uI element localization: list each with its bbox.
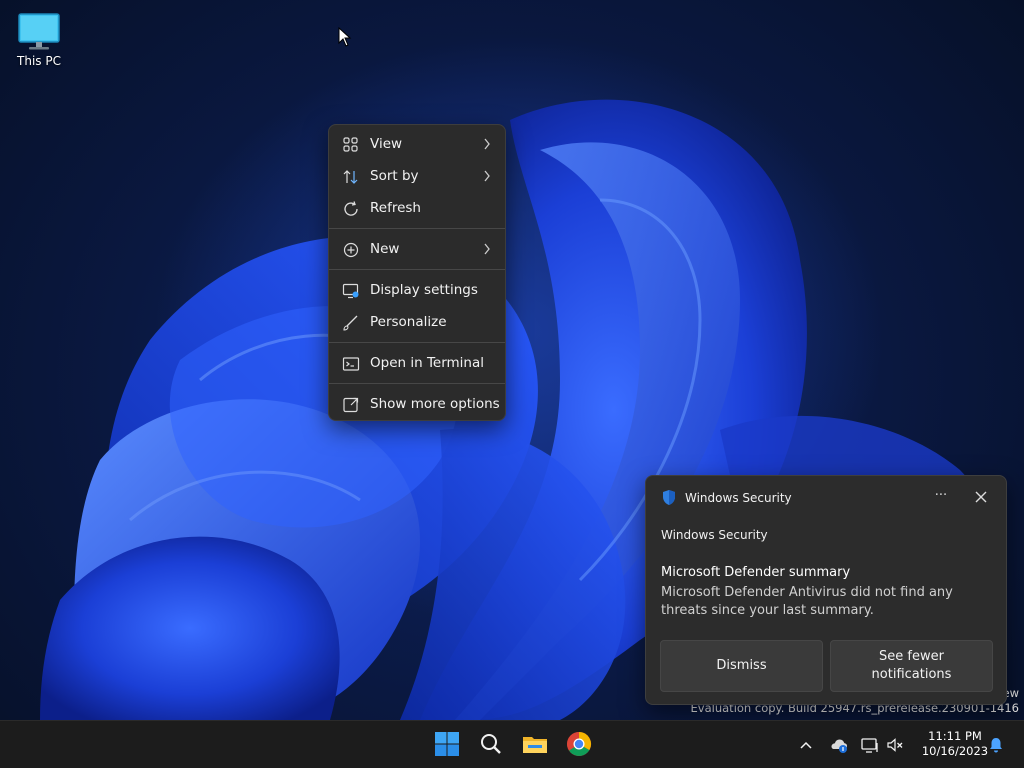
notification-toast[interactable]: Windows Security ··· Windows Security Mi… — [645, 475, 1007, 705]
menu-separator — [329, 383, 505, 384]
menu-item-label: View — [370, 136, 403, 152]
dismiss-button[interactable]: Dismiss — [660, 640, 823, 692]
menu-item-label: Refresh — [370, 200, 421, 216]
desktop-icon-this-pc[interactable]: This PC — [10, 8, 68, 68]
taskbar-clock[interactable]: 11:11 PM 10/16/2023 — [915, 729, 995, 759]
chrome-icon[interactable] — [566, 731, 592, 757]
toast-header: Windows Security — [661, 489, 792, 506]
monitor-icon — [18, 13, 60, 50]
desktop-context-menu: View Sort by Refresh New Display setting… — [328, 124, 506, 421]
toast-body: Microsoft Defender Antivirus did not fin… — [661, 585, 953, 618]
see-fewer-notifications-button[interactable]: See fewer notifications — [830, 640, 993, 692]
chevron-right-icon — [484, 243, 490, 255]
menu-item-new[interactable]: New — [329, 233, 505, 265]
menu-item-refresh[interactable]: Refresh — [329, 192, 505, 224]
toast-subtitle: Windows Security — [661, 528, 768, 542]
menu-item-label: New — [370, 241, 400, 257]
menu-item-label: Sort by — [370, 168, 419, 184]
sort-arrows-icon — [343, 170, 358, 184]
brush-icon — [343, 315, 358, 331]
menu-item-show-more-options[interactable]: Show more options — [329, 388, 505, 420]
close-icon[interactable] — [973, 489, 989, 505]
start-button[interactable] — [434, 731, 460, 757]
menu-item-personalize[interactable]: Personalize — [329, 306, 505, 338]
menu-item-open-in-terminal[interactable]: Open in Terminal — [329, 347, 505, 379]
terminal-icon — [342, 357, 360, 371]
search-icon[interactable] — [478, 731, 504, 757]
chevron-up-icon[interactable] — [796, 735, 816, 755]
more-options-button[interactable]: ··· — [932, 488, 950, 506]
refresh-icon — [344, 201, 358, 216]
display-settings-icon — [342, 283, 359, 299]
clock-time: 11:11 PM — [928, 729, 982, 743]
taskbar: 11:11 PM 10/16/2023 — [0, 720, 1024, 768]
notification-bell-icon[interactable] — [986, 735, 1006, 755]
volume-muted-icon[interactable] — [885, 735, 905, 755]
menu-item-label: Personalize — [370, 314, 447, 330]
onedrive-cloud-icon[interactable] — [829, 735, 849, 755]
shield-icon — [663, 490, 675, 505]
external-options-icon — [343, 397, 359, 413]
menu-item-label: Open in Terminal — [370, 355, 484, 371]
desktop-icon-label: This PC — [17, 54, 61, 68]
menu-separator — [329, 228, 505, 229]
file-explorer-icon[interactable] — [522, 731, 548, 757]
clock-date: 10/16/2023 — [921, 744, 989, 758]
plus-circle-icon — [343, 242, 359, 258]
menu-separator — [329, 269, 505, 270]
toast-title: Microsoft Defender summary — [661, 565, 851, 580]
chevron-right-icon — [484, 170, 490, 182]
menu-item-view[interactable]: View — [329, 128, 505, 160]
toast-app-name: Windows Security — [685, 490, 792, 505]
menu-item-label: Show more options — [370, 396, 500, 412]
mouse-cursor-icon — [338, 27, 352, 47]
menu-item-display-settings[interactable]: Display settings — [329, 274, 505, 306]
menu-item-label: Display settings — [370, 282, 478, 298]
chevron-right-icon — [484, 138, 490, 150]
menu-separator — [329, 342, 505, 343]
network-icon[interactable] — [860, 735, 880, 755]
grid-view-icon — [343, 137, 358, 152]
menu-item-sort-by[interactable]: Sort by — [329, 160, 505, 192]
